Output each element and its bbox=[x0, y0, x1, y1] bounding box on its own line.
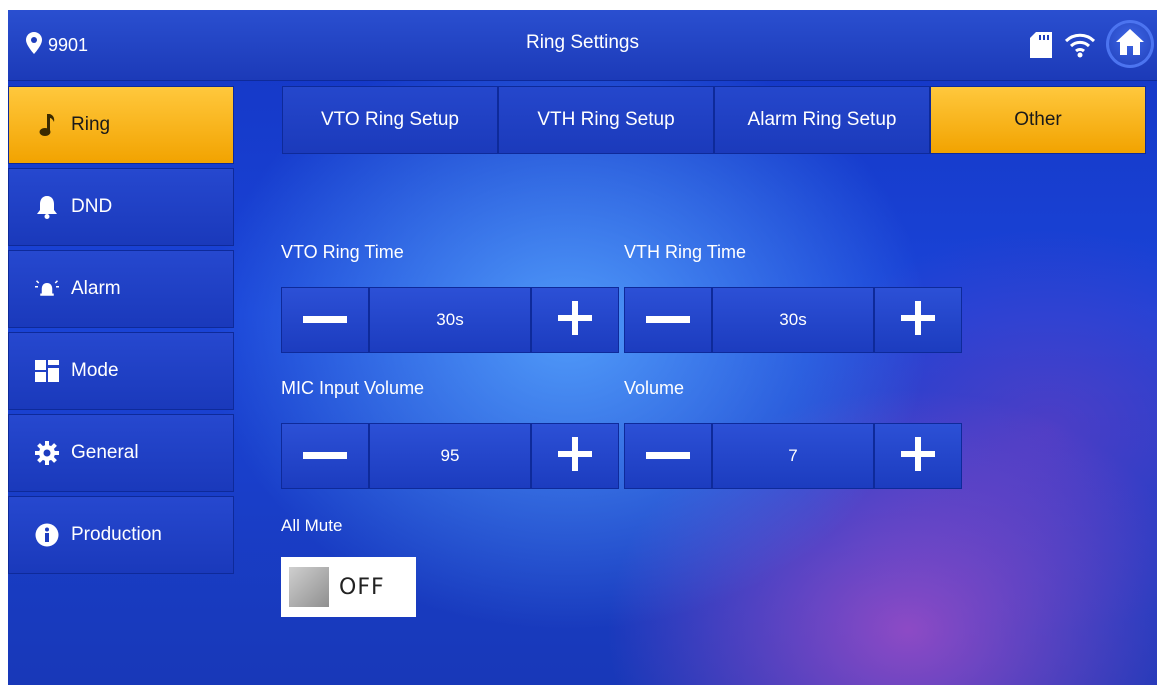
mic-input-volume-label: MIC Input Volume bbox=[281, 378, 425, 398]
vto-ring-time-label: VTO Ring Time bbox=[281, 242, 404, 262]
all-mute-toggle[interactable]: OFF bbox=[281, 557, 416, 617]
vth-ring-time-increase-button[interactable] bbox=[874, 287, 962, 353]
toggle-state-text: OFF bbox=[339, 574, 385, 600]
tab-other[interactable]: Other bbox=[930, 86, 1146, 154]
vth-ring-time-label: VTH Ring Time bbox=[624, 242, 747, 262]
bell-icon bbox=[35, 195, 59, 219]
volume-label: Volume bbox=[624, 378, 685, 398]
mic-input-volume-increase-button[interactable] bbox=[531, 423, 619, 489]
minus-icon bbox=[303, 447, 347, 465]
vto-ring-time-increase-button[interactable] bbox=[531, 287, 619, 353]
info-icon bbox=[35, 523, 59, 547]
sd-card-icon bbox=[1030, 32, 1052, 63]
mic-input-volume-stepper: 95 bbox=[281, 423, 619, 489]
tab-vto-ring-setup[interactable]: VTO Ring Setup bbox=[282, 86, 498, 154]
home-button[interactable] bbox=[1106, 20, 1154, 68]
minus-icon bbox=[646, 311, 690, 329]
home-icon bbox=[1115, 28, 1145, 61]
mode-grid-icon bbox=[35, 359, 59, 383]
sidebar-item-label: Alarm bbox=[71, 278, 121, 299]
gear-icon bbox=[35, 441, 59, 465]
vth-ring-time-stepper: 30s bbox=[624, 287, 962, 353]
screen: 9901 Ring Settings Ring DND Alarm Mode G… bbox=[8, 10, 1157, 685]
sidebar-item-production[interactable]: Production bbox=[8, 496, 234, 574]
sidebar-item-label: Production bbox=[71, 524, 162, 545]
vto-ring-time-stepper: 30s bbox=[281, 287, 619, 353]
mic-input-volume-decrease-button[interactable] bbox=[281, 423, 369, 489]
mic-input-volume-value: 95 bbox=[369, 423, 531, 489]
wifi-icon bbox=[1064, 32, 1096, 63]
minus-icon bbox=[646, 447, 690, 465]
sidebar-item-label: Ring bbox=[71, 114, 111, 135]
vto-ring-time-decrease-button[interactable] bbox=[281, 287, 369, 353]
plus-icon bbox=[901, 300, 935, 340]
minus-icon bbox=[303, 311, 347, 329]
tab-bar: VTO Ring Setup VTH Ring Setup Alarm Ring… bbox=[282, 86, 1146, 154]
sidebar-item-general[interactable]: General bbox=[8, 414, 234, 492]
plus-icon bbox=[558, 436, 592, 476]
plus-icon bbox=[558, 300, 592, 340]
music-note-icon bbox=[35, 113, 59, 137]
plus-icon bbox=[901, 436, 935, 476]
sidebar-item-label: General bbox=[71, 442, 139, 463]
volume-decrease-button[interactable] bbox=[624, 423, 712, 489]
all-mute-label: All Mute bbox=[281, 516, 343, 535]
alarm-icon bbox=[35, 277, 59, 301]
volume-stepper: 7 bbox=[624, 423, 962, 489]
sidebar-item-label: DND bbox=[71, 196, 113, 217]
sidebar-item-ring[interactable]: Ring bbox=[8, 86, 234, 164]
page-title: Ring Settings bbox=[525, 32, 639, 53]
sidebar-item-alarm[interactable]: Alarm bbox=[8, 250, 234, 328]
tab-vth-ring-setup[interactable]: VTH Ring Setup bbox=[498, 86, 714, 154]
tab-alarm-ring-setup[interactable]: Alarm Ring Setup bbox=[714, 86, 930, 154]
vto-ring-time-value: 30s bbox=[369, 287, 531, 353]
sidebar-item-label: Mode bbox=[71, 360, 119, 381]
sidebar-item-dnd[interactable]: DND bbox=[8, 168, 234, 246]
sidebar-item-mode[interactable]: Mode bbox=[8, 332, 234, 410]
vth-ring-time-decrease-button[interactable] bbox=[624, 287, 712, 353]
volume-value: 7 bbox=[712, 423, 874, 489]
vth-ring-time-value: 30s bbox=[712, 287, 874, 353]
top-bar: 9901 Ring Settings bbox=[8, 10, 1157, 81]
volume-increase-button[interactable] bbox=[874, 423, 962, 489]
toggle-knob bbox=[289, 567, 329, 607]
